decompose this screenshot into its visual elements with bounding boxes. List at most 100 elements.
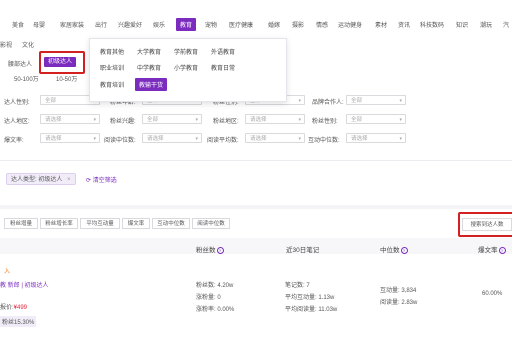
dd-edu-training[interactable]: 教育培训 xyxy=(100,80,124,89)
nav-item-toys[interactable]: 潮玩 xyxy=(480,20,492,29)
gender-select-value: 全部 xyxy=(45,98,57,104)
filter-label-fans-interest: 粉丝兴趣: xyxy=(110,119,136,125)
nav-item-health[interactable]: 医疗健康 xyxy=(229,20,253,29)
row-ratio-badge: 粉丝15.30% xyxy=(0,316,37,327)
nav-item-emotion[interactable]: 情感 xyxy=(316,20,328,29)
dd-university[interactable]: 大学教育 xyxy=(137,47,161,56)
nav-item-baby[interactable]: 母婴 xyxy=(33,20,45,29)
fans-region-select-value: 请选择 xyxy=(250,117,267,123)
nav-item-education[interactable]: 教育 xyxy=(176,18,197,31)
chevron-down-icon: ▾ xyxy=(93,117,96,123)
nav-item-culture[interactable]: 文化 xyxy=(22,40,34,49)
nav-item-film[interactable]: 影视 xyxy=(0,40,12,49)
fans-gender-2-select-value: 全部 xyxy=(351,117,363,123)
dd-foreign-lang[interactable]: 外语教育 xyxy=(211,47,235,56)
info-icon[interactable]: ? xyxy=(216,246,224,254)
dd-edu-daily[interactable]: 教育日常 xyxy=(211,63,235,72)
fans-range-10-50w[interactable]: 10-50万 xyxy=(56,74,77,83)
th-median-label: 中位数 xyxy=(380,247,400,254)
nav-item-photo[interactable]: 摄影 xyxy=(292,20,304,29)
row-notes: 笔记数: 7 xyxy=(285,283,310,289)
dd-edu-other[interactable]: 教育其他 xyxy=(100,47,124,56)
fans-region-select[interactable]: 请选择 ▾ xyxy=(245,114,305,124)
nav-item-fitness[interactable]: 运动健身 xyxy=(338,20,362,29)
chevron-down-icon: ▾ xyxy=(298,136,301,142)
brand-partner-select[interactable]: 全部 ▾ xyxy=(346,95,406,105)
filter-label-read-median: 阅读中位数: xyxy=(104,138,136,144)
row-quote-value: ¥499 xyxy=(13,305,28,311)
dd-preschool[interactable]: 学前教育 xyxy=(174,47,198,56)
filter-label-gender: 达人性别: xyxy=(4,100,30,106)
nav-item-tech[interactable]: 科技数码 xyxy=(420,20,444,29)
chevron-down-icon: ▾ xyxy=(399,136,402,142)
dd-primary[interactable]: 小学教育 xyxy=(174,63,198,72)
fans-interest-select[interactable]: 全部 ▾ xyxy=(142,114,202,124)
sort-fans-increment[interactable]: 粉丝增量 xyxy=(4,218,38,229)
section-separator xyxy=(0,205,512,209)
nav-item-material[interactable]: 素材 xyxy=(375,20,387,29)
row-read-median: 阅读量: 2.83w xyxy=(380,300,418,306)
viral-rate-select[interactable]: 请选择 ▾ xyxy=(40,133,100,143)
nav-item-pets[interactable]: 宠物 xyxy=(205,20,217,29)
row-viral-rate: 60.00% xyxy=(482,291,503,297)
filter-label-interact-median: 互动中位数: xyxy=(308,138,340,144)
nav-item-car[interactable]: 汽 xyxy=(503,20,509,29)
row-subtitle: 教 新郎 | 初级达人 xyxy=(0,283,49,289)
filter-label-fans-region: 粉丝地区: xyxy=(213,119,239,125)
filter-label-region: 达人地区: xyxy=(4,119,30,125)
interact-median-select[interactable]: 请选择 ▾ xyxy=(346,133,406,143)
nav-item-home[interactable]: 家居家装 xyxy=(60,20,84,29)
selected-filter-chip-label: 达人类型: 初级达人 xyxy=(11,177,63,183)
row-tag: 入 xyxy=(4,269,11,275)
education-dropdown: 教育其他 大学教育 学前教育 外语教育 职业培训 中学教育 小学教育 教育日常 … xyxy=(89,38,287,102)
fans-range-50-100w[interactable]: 50-100万 xyxy=(14,74,39,83)
read-median-select[interactable]: 请选择 ▾ xyxy=(142,133,202,143)
interact-median-select-value: 请选择 xyxy=(351,136,368,142)
read-avg-select[interactable]: 请选择 ▾ xyxy=(245,133,305,143)
close-icon[interactable]: × xyxy=(67,177,71,183)
sort-read-median[interactable]: 阅读中位数 xyxy=(192,218,230,229)
row-fans: 粉丝数: 4.20w xyxy=(196,283,234,289)
info-icon[interactable]: ? xyxy=(498,246,506,254)
filter-label-fans-gender-2: 粉丝性别: xyxy=(312,119,338,125)
selected-filter-chip[interactable]: 达人类型: 初级达人 × xyxy=(6,173,76,185)
nav-item-food[interactable]: 美食 xyxy=(12,20,24,29)
fans-interest-select-value: 全部 xyxy=(147,117,159,123)
th-fans-label: 粉丝数 xyxy=(196,247,216,254)
table-header xyxy=(0,238,512,254)
nav-item-knowledge[interactable]: 知识 xyxy=(456,20,468,29)
clear-filter-link[interactable]: ⟳ 清空筛选 xyxy=(86,175,117,184)
filter-label-viral-rate: 爆文率: xyxy=(4,138,24,144)
refresh-icon: ⟳ xyxy=(86,178,92,184)
nav-item-news[interactable]: 资讯 xyxy=(398,20,410,29)
sort-fans-growth-rate[interactable]: 粉丝增长率 xyxy=(40,218,78,229)
nav-item-entertainment[interactable]: 娱乐 xyxy=(153,20,165,29)
chevron-down-icon: ▾ xyxy=(399,117,402,123)
dd-vocational[interactable]: 职业培训 xyxy=(100,63,124,72)
sort-interact-median[interactable]: 互动中位数 xyxy=(152,218,190,229)
dd-middle-school[interactable]: 中学教育 xyxy=(137,63,161,72)
region-select[interactable]: 请选择 ▾ xyxy=(40,114,100,124)
nav-item-wedding[interactable]: 婚嫁 xyxy=(268,20,280,29)
dd-edu-tips[interactable]: 教输干货 xyxy=(135,78,168,91)
highlight-box-search xyxy=(458,212,512,237)
filter-label-brand-partner: 品牌合作人: xyxy=(312,100,344,106)
row-avg-interaction: 平均互动量: 1.13w xyxy=(285,295,335,301)
th-notes: 近30日笔记 xyxy=(286,244,319,254)
row-fans-growth: 涨粉量: 0 xyxy=(196,295,221,301)
viral-rate-select-value: 请选择 xyxy=(45,136,62,142)
info-icon[interactable]: ? xyxy=(400,246,408,254)
region-select-value: 请选择 xyxy=(45,117,62,123)
row-quote-label: 报价: xyxy=(0,305,14,311)
row-quote: 报价:¥499 xyxy=(0,302,27,311)
nav-item-hobby[interactable]: 兴趣爱好 xyxy=(118,20,142,29)
nav-item-travel[interactable]: 出行 xyxy=(95,20,107,29)
clear-filter-label: 清空筛选 xyxy=(92,178,117,184)
level-item-mid[interactable]: 腰部达人 xyxy=(8,59,32,68)
filter-label-read-avg: 阅读平均数: xyxy=(207,138,239,144)
th-viral-rate-label: 爆文率 xyxy=(478,247,498,254)
fans-gender-2-select[interactable]: 全部 ▾ xyxy=(346,114,406,124)
sort-avg-interaction[interactable]: 平均互动量 xyxy=(80,218,120,229)
th-viral-rate: 爆文率? xyxy=(478,244,506,254)
sort-viral-rate[interactable]: 爆文率 xyxy=(122,218,150,229)
